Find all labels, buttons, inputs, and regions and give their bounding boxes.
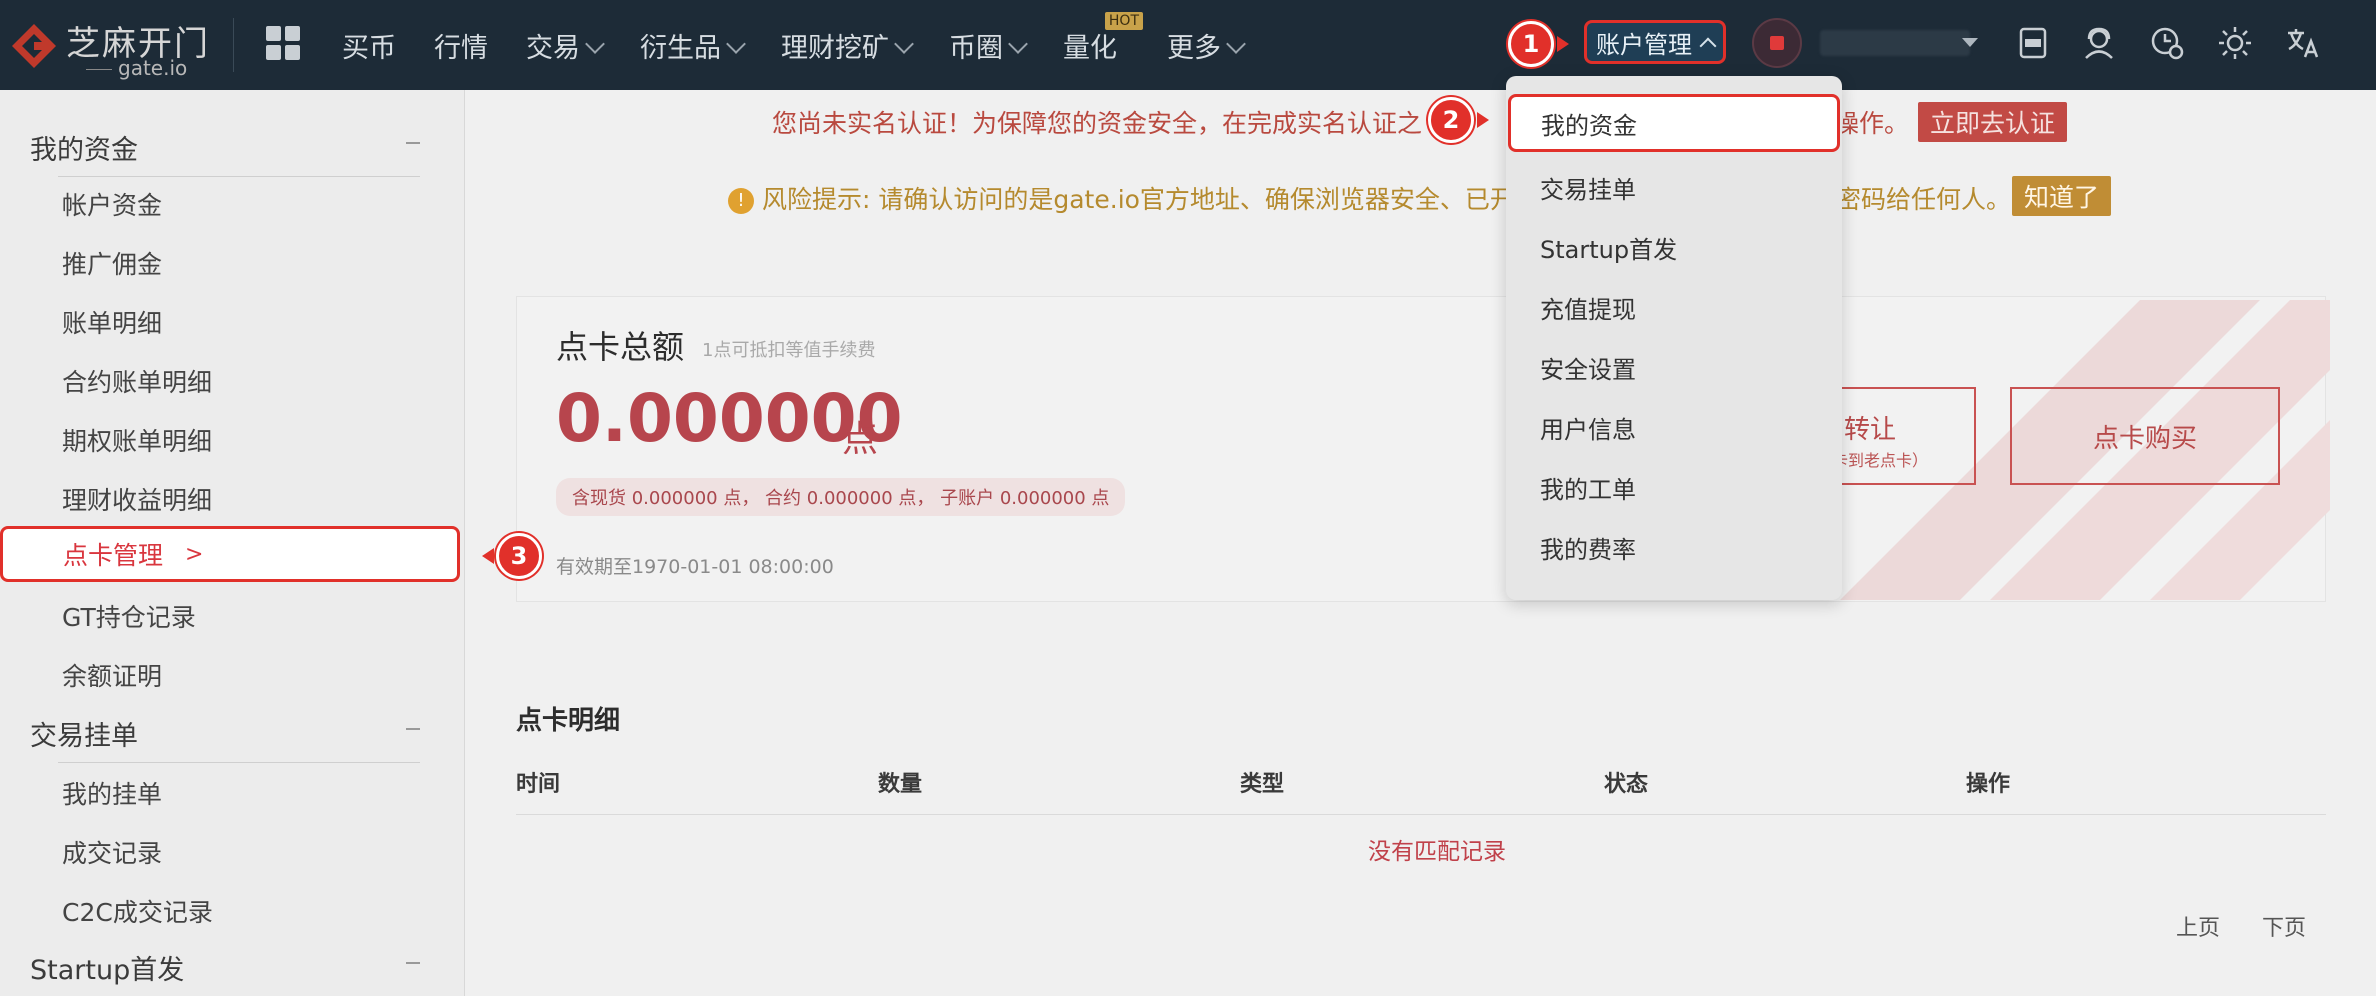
dropdown-item-deposit-withdraw[interactable]: 充值提现 — [1540, 290, 1636, 325]
prev-page-button[interactable]: 上页 — [2176, 910, 2220, 942]
chevron-down-icon — [894, 33, 914, 54]
step-marker-2-arrow — [1477, 112, 1489, 128]
point-card-expiry: 有效期至1970-01-01 08:00:00 — [556, 556, 834, 578]
sidebar-item-trade-history[interactable]: 成交记录 — [62, 834, 162, 870]
step-marker-3-arrow — [482, 548, 494, 564]
hot-badge: HOT — [1104, 11, 1143, 30]
gate-logo[interactable]: 芝麻开门 gate.io — [10, 10, 225, 80]
sidebar-item-point-card[interactable]: 点卡管理 > — [0, 526, 460, 582]
empty-table-message: 没有匹配记录 — [1368, 839, 1506, 865]
main-nav: 买币 行情 交易 衍生品 理财挖矿 币圈 量化 HOT 更多 — [342, 0, 1281, 90]
account-management-button[interactable]: 账户管理 — [1584, 20, 1726, 64]
dropdown-item-my-funds[interactable]: 我的资金 — [1508, 94, 1840, 152]
step-marker-1: 1 — [1508, 21, 1554, 67]
sidebar-divider — [58, 176, 420, 177]
sidebar-item-futures-bill[interactable]: 合约账单明细 — [62, 363, 212, 399]
support-icon[interactable] — [2078, 22, 2120, 64]
risk-notice-tail: 密码给任何人。 — [1836, 185, 2012, 214]
sidebar-item-bill[interactable]: 账单明细 — [62, 304, 162, 340]
dropdown-item-fees[interactable]: 我的费率 — [1540, 530, 1636, 565]
kyc-notice: 您尚未实名认证！为保障您的资金安全，在完成实名认证之 — [772, 109, 1423, 138]
username-blurred[interactable] — [1820, 30, 1970, 56]
sidebar-group-funds[interactable]: 我的资金 — [30, 128, 420, 167]
chevron-down-icon — [1008, 33, 1028, 54]
nav-derivatives[interactable]: 衍生品 — [640, 26, 746, 65]
nav-divider — [233, 18, 234, 72]
chevron-down-icon — [1226, 33, 1246, 54]
dropdown-item-orders[interactable]: 交易挂单 — [1540, 170, 1636, 205]
step-marker-1-arrow — [1557, 36, 1569, 52]
sidebar-item-proof-of-reserve[interactable]: 余额证明 — [62, 657, 162, 693]
chevron-down-icon — [726, 33, 746, 54]
sidebar-divider — [58, 762, 420, 763]
warning-icon: ! — [728, 188, 754, 214]
sidebar-item-label: 点卡管理 — [63, 541, 164, 570]
risk-notice: ! 风险提示: 请确认访问的是gate.io官方地址、确保浏览器安全、已开 — [728, 180, 1515, 216]
column-header-action: 操作 — [1966, 772, 2011, 797]
point-card-unit: 点 — [842, 419, 879, 460]
buy-point-card-button[interactable]: 点卡购买 — [2010, 387, 2280, 485]
transfer-sublabel: 卡到老点卡） — [1832, 451, 1929, 470]
nav-circle[interactable]: 币圈 — [949, 26, 1028, 65]
nav-trade[interactable]: 交易 — [526, 26, 605, 65]
sidebar-item-options-bill[interactable]: 期权账单明细 — [62, 422, 212, 458]
column-header-status: 状态 — [1604, 772, 1649, 797]
collapse-icon[interactable] — [406, 962, 420, 964]
verify-now-button[interactable]: 立即去认证 — [1918, 102, 2068, 142]
app-download-icon[interactable] — [2012, 22, 2054, 64]
avatar[interactable] — [1752, 18, 1802, 68]
point-card-detail-title: 点卡明细 — [516, 706, 621, 736]
caret-down-icon[interactable] — [1962, 38, 1978, 47]
step-marker-2: 2 — [1428, 97, 1474, 143]
theme-sun-icon[interactable] — [2214, 22, 2256, 64]
dropdown-item-user-info[interactable]: 用户信息 — [1540, 410, 1636, 445]
sidebar-item-c2c-history[interactable]: C2C成交记录 — [62, 893, 213, 929]
step-marker-3: 3 — [496, 533, 542, 579]
next-page-button[interactable]: 下页 — [2262, 910, 2306, 942]
sidebar-item-account-funds[interactable]: 帐户资金 — [62, 186, 162, 222]
settings-clock-icon[interactable] — [2146, 22, 2188, 64]
nav-more[interactable]: 更多 — [1167, 26, 1246, 65]
account-management-dropdown: 交易挂单 Startup首发 充值提现 安全设置 用户信息 我的工单 我的费率 — [1506, 76, 1842, 600]
point-card-subtitle: 1点可抵扣等值手续费 — [702, 340, 876, 361]
column-header-amount: 数量 — [878, 772, 923, 797]
dropdown-item-startup[interactable]: Startup首发 — [1540, 230, 1677, 265]
acknowledge-button[interactable]: 知道了 — [2012, 176, 2112, 216]
dropdown-item-tickets[interactable]: 我的工单 — [1540, 470, 1636, 505]
collapse-icon[interactable] — [406, 728, 420, 730]
point-card-breakdown: 含现货 0.000000 点， 合约 0.000000 点， 子账户 0.000… — [556, 478, 1126, 516]
chevron-down-icon — [585, 33, 605, 54]
transfer-label: 转让 — [1844, 415, 1897, 445]
column-header-time: 时间 — [516, 772, 561, 797]
kyc-notice-tail: 操作。 — [1834, 109, 1910, 138]
nav-finance[interactable]: 理财挖矿 — [781, 26, 914, 65]
dropdown-item-security[interactable]: 安全设置 — [1540, 350, 1636, 385]
sidebar-item-referral[interactable]: 推广佣金 — [62, 245, 162, 281]
sidebar-item-gt-holdings[interactable]: GT持仓记录 — [62, 598, 196, 634]
nav-markets[interactable]: 行情 — [434, 26, 488, 65]
account-management-label: 账户管理 — [1596, 30, 1692, 59]
gate-logo-icon — [12, 24, 56, 68]
nav-buy-crypto[interactable]: 买币 — [342, 26, 396, 65]
sidebar-item-my-orders[interactable]: 我的挂单 — [62, 775, 162, 811]
sidebar-group-orders[interactable]: 交易挂单 — [30, 714, 420, 753]
column-header-type: 类型 — [1240, 772, 1285, 797]
chevron-up-icon — [1699, 37, 1717, 55]
apps-grid-icon[interactable] — [266, 26, 300, 60]
collapse-icon[interactable] — [406, 142, 420, 144]
chevron-right-icon: > — [185, 541, 204, 567]
sidebar-item-earn-detail[interactable]: 理财收益明细 — [62, 481, 212, 517]
language-icon[interactable] — [2282, 22, 2324, 64]
nav-quant[interactable]: 量化 HOT — [1063, 11, 1143, 65]
point-card-title: 点卡总额 — [556, 328, 685, 366]
table-header-divider — [516, 814, 2326, 815]
sidebar-group-startup[interactable]: Startup首发 — [30, 948, 420, 987]
top-navigation-bar: 芝麻开门 gate.io 买币 行情 交易 衍生品 理财挖矿 币圈 量化 HOT … — [0, 0, 2376, 90]
